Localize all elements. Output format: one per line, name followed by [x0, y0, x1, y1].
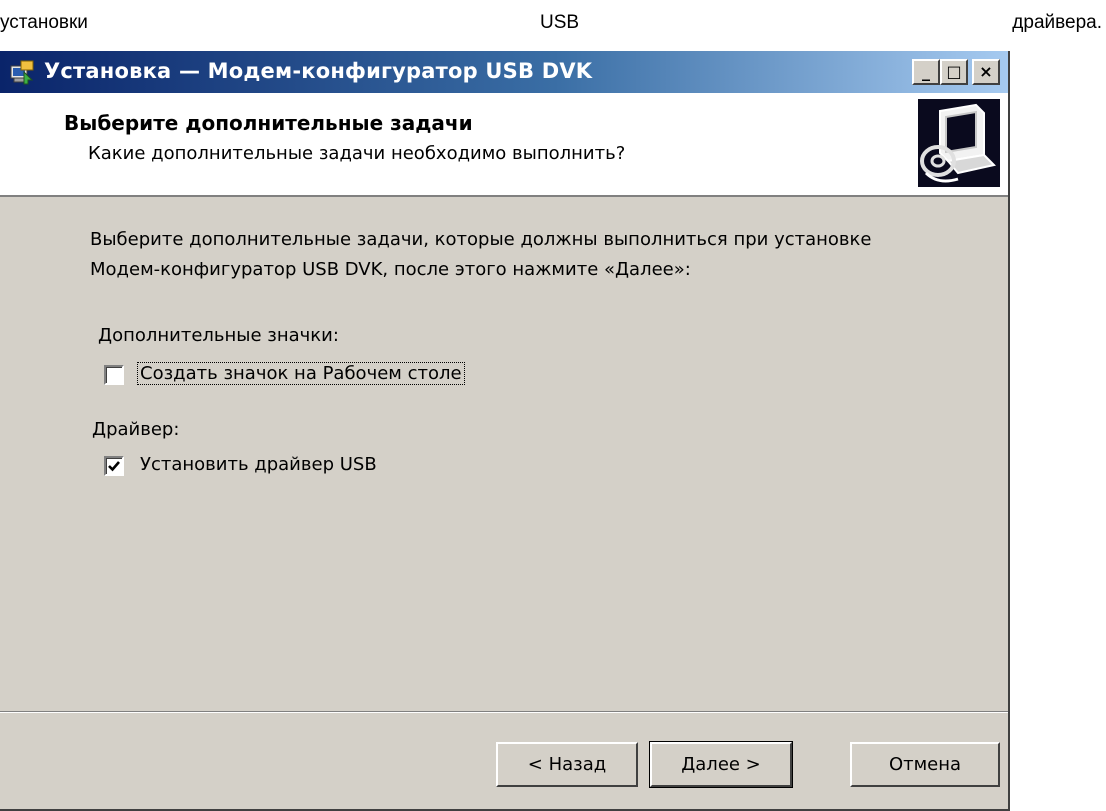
computer-cd-icon	[918, 99, 1000, 187]
page-title: Выберите дополнительные задачи	[64, 111, 473, 135]
cancel-button[interactable]: Отмена	[850, 742, 1000, 787]
group-label-driver: Драйвер:	[92, 419, 180, 440]
title-bar[interactable]: Установка — Модем-конфигуратор USB DVK _…	[0, 51, 1008, 93]
document-word-1: установки	[0, 12, 88, 33]
back-button[interactable]: < Назад	[496, 742, 638, 787]
installer-icon	[8, 58, 36, 86]
close-button[interactable]: ×	[972, 59, 1000, 85]
minimize-button[interactable]: _	[912, 59, 940, 85]
document-word-3: драйвера.	[1012, 12, 1102, 33]
group-label-icons: Дополнительные значки:	[98, 325, 339, 346]
checkmark-icon	[108, 461, 120, 472]
wizard-content: Выберите дополнительные задачи, которые …	[0, 197, 1008, 707]
setup-window: Установка — Модем-конфигуратор USB DVK _…	[0, 51, 1010, 811]
page-subtitle: Какие дополнительные задачи необходимо в…	[88, 143, 626, 164]
desktop-icon-label[interactable]: Создать значок на Рабочем столе	[137, 362, 465, 385]
window-title: Установка — Модем-конфигуратор USB DVK	[44, 59, 593, 83]
desktop-icon-checkbox[interactable]	[104, 365, 124, 385]
instructions-text: Выберите дополнительные задачи, которые …	[90, 229, 872, 280]
usb-driver-label[interactable]: Установить драйвер USB	[138, 454, 379, 475]
next-button[interactable]: Далее >	[649, 741, 793, 788]
wizard-header: Выберите дополнительные задачи Какие доп…	[0, 93, 1008, 197]
document-text-line: установки USB драйвера.	[0, 0, 1106, 44]
footer-divider	[0, 711, 1008, 713]
usb-driver-checkbox[interactable]	[104, 456, 124, 476]
document-word-2: USB	[540, 12, 580, 33]
maximize-button[interactable]: □	[940, 59, 968, 85]
